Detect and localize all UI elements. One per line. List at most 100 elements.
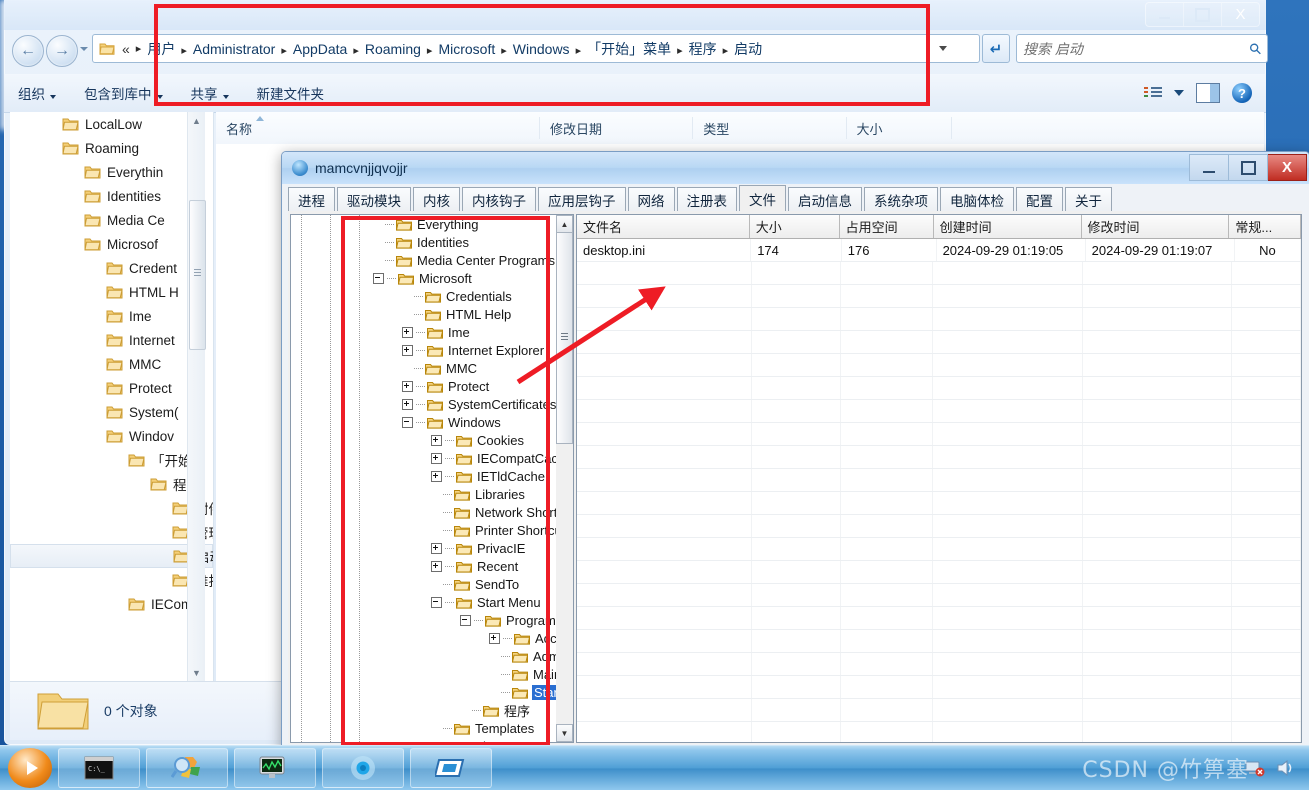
explorer-nav-scrollbar[interactable]: ▲ ▼	[187, 112, 205, 681]
tab-9[interactable]: 系统杂项	[864, 187, 938, 212]
explorer-tree-item[interactable]: Protect	[10, 376, 213, 400]
search-input[interactable]: 搜索 启动 ⚲	[1016, 34, 1268, 63]
tab-6[interactable]: 注册表	[677, 187, 738, 212]
breadcrumb-item-2[interactable]: AppData	[291, 41, 349, 57]
breadcrumb-item-4[interactable]: Microsoft	[436, 41, 497, 57]
file-column-header-1[interactable]: 大小	[750, 215, 840, 238]
explorer-tree-item[interactable]: MMC	[10, 352, 213, 376]
tab-11[interactable]: 配置	[1016, 187, 1063, 212]
explorer-tree-item[interactable]: System(	[10, 400, 213, 424]
breadcrumb-item-6[interactable]: 「开始」菜单	[585, 41, 673, 57]
tool-maximize-button[interactable]	[1229, 154, 1268, 181]
tool-tree-scrollbar[interactable]: ▲ ▼	[556, 214, 574, 743]
explorer-tree-item[interactable]: Credent	[10, 256, 213, 280]
expand-plus-icon[interactable]	[402, 327, 413, 338]
taskbar-item-security[interactable]	[146, 748, 228, 788]
collapse-minus-icon[interactable]	[402, 417, 413, 428]
explorer-tree-item[interactable]: Ime	[10, 304, 213, 328]
explorer-tree-item[interactable]: Everythin	[10, 160, 213, 184]
explorer-tree-item[interactable]: IECom	[10, 592, 213, 616]
back-button[interactable]: ←	[12, 35, 44, 67]
include-in-library-button[interactable]: 包含到库中	[70, 83, 177, 103]
explorer-tree-item[interactable]: 启动	[10, 544, 213, 568]
system-tray[interactable]	[1245, 759, 1309, 777]
tool-directory-tree[interactable]: EverythingIdentitiesMedia Center Program…	[290, 214, 558, 743]
expand-plus-icon[interactable]	[431, 561, 442, 572]
explorer-column-header-2[interactable]: 类型	[692, 117, 845, 139]
file-list-header[interactable]: 文件名大小占用空间创建时间修改时间常规...	[577, 215, 1301, 239]
forward-button[interactable]: →	[46, 35, 78, 67]
tree-scrollbar-thumb[interactable]	[556, 232, 573, 444]
expand-plus-icon[interactable]	[402, 399, 413, 410]
help-icon[interactable]: ?	[1232, 83, 1252, 103]
breadcrumb[interactable]: 用户▸Administrator▸AppData▸Roaming▸Microso…	[145, 39, 764, 59]
preview-pane-icon[interactable]	[1196, 83, 1220, 103]
tree-scroll-up-icon[interactable]: ▲	[556, 215, 573, 233]
nav-scrollbar-thumb[interactable]	[189, 200, 206, 350]
explorer-navigation-pane[interactable]: LocalLowRoamingEverythinIdentitiesMedia …	[10, 112, 214, 681]
tab-0[interactable]: 进程	[288, 187, 335, 212]
explorer-tree-item[interactable]: Identities	[10, 184, 213, 208]
breadcrumb-item-1[interactable]: Administrator	[191, 41, 277, 57]
expand-plus-icon[interactable]	[431, 543, 442, 554]
taskbar-item-monitor[interactable]	[234, 748, 316, 788]
tab-7[interactable]: 文件	[739, 185, 786, 212]
explorer-tree-item[interactable]: Microsof	[10, 232, 213, 256]
new-folder-button[interactable]: 新建文件夹	[243, 83, 339, 103]
file-column-header-5[interactable]: 常规...	[1229, 215, 1301, 238]
file-list-rows[interactable]: desktop.ini1741762024-09-29 01:19:052024…	[577, 239, 1301, 743]
tool-tab-bar[interactable]: 进程驱动模块内核内核钩子应用层钩子网络注册表文件启动信息系统杂项电脑体检配置关于	[288, 186, 1302, 212]
explorer-column-header-3[interactable]: 大小	[846, 117, 952, 139]
explorer-tree-item[interactable]: Windov	[10, 424, 213, 448]
file-column-header-0[interactable]: 文件名	[577, 215, 750, 238]
tab-12[interactable]: 关于	[1065, 187, 1112, 212]
explorer-tree-item[interactable]: Media Ce	[10, 208, 213, 232]
refresh-button[interactable]: ↵	[982, 34, 1010, 63]
breadcrumb-item-7[interactable]: 程序	[687, 41, 719, 57]
tab-4[interactable]: 应用层钩子	[538, 187, 626, 212]
tab-5[interactable]: 网络	[628, 187, 675, 212]
address-dropdown-icon[interactable]	[939, 46, 947, 51]
breadcrumb-item-0[interactable]: 用户	[145, 41, 177, 57]
explorer-tree-item[interactable]: 管理	[10, 520, 213, 544]
explorer-tree-item[interactable]: Internet	[10, 328, 213, 352]
file-column-header-3[interactable]: 创建时间	[934, 215, 1082, 238]
expand-plus-icon[interactable]	[402, 381, 413, 392]
nav-scroll-up-icon[interactable]: ▲	[188, 112, 205, 129]
explorer-column-header-0[interactable]: 名称	[216, 117, 539, 139]
expand-plus-icon[interactable]	[431, 471, 442, 482]
explorer-tree-item[interactable]: 附件	[10, 496, 213, 520]
start-orb[interactable]	[8, 748, 52, 788]
tool-close-button[interactable]: X	[1268, 154, 1307, 181]
explorer-tree-item[interactable]: Roaming	[10, 136, 213, 160]
tool-minimize-button[interactable]	[1189, 154, 1229, 181]
address-breadcrumb-field[interactable]: « ▸ 用户▸Administrator▸AppData▸Roaming▸Mic…	[92, 34, 980, 63]
taskbar-item-app[interactable]	[322, 748, 404, 788]
table-row[interactable]: desktop.ini1741762024-09-29 01:19:052024…	[577, 239, 1301, 262]
explorer-tree-item[interactable]: 维护	[10, 568, 213, 592]
tab-3[interactable]: 内核钩子	[462, 187, 536, 212]
expand-plus-icon[interactable]	[489, 633, 500, 644]
recent-pages-chevron-icon[interactable]	[80, 47, 88, 51]
collapse-minus-icon[interactable]	[373, 273, 384, 284]
views-chevron-down-icon[interactable]	[1174, 90, 1184, 96]
tab-8[interactable]: 启动信息	[788, 187, 862, 212]
explorer-maximize-button[interactable]	[1183, 3, 1221, 26]
expand-plus-icon[interactable]	[402, 345, 413, 356]
file-column-header-4[interactable]: 修改时间	[1082, 215, 1230, 238]
expand-plus-icon[interactable]	[431, 435, 442, 446]
breadcrumb-item-5[interactable]: Windows	[511, 41, 572, 57]
explorer-tree-item[interactable]: HTML H	[10, 280, 213, 304]
share-button[interactable]: 共享	[177, 83, 243, 103]
explorer-column-headers[interactable]: 名称修改日期类型大小	[216, 112, 1264, 145]
tree-scroll-down-icon[interactable]: ▼	[556, 724, 573, 742]
explorer-tree-item[interactable]: 「开始	[10, 448, 213, 472]
organize-button[interactable]: 组织	[4, 83, 70, 103]
tool-file-list[interactable]: 文件名大小占用空间创建时间修改时间常规... desktop.ini174176…	[576, 214, 1302, 743]
breadcrumb-item-3[interactable]: Roaming	[363, 41, 423, 57]
tab-10[interactable]: 电脑体检	[940, 187, 1014, 212]
explorer-tree-item[interactable]: 程序	[10, 472, 213, 496]
explorer-close-button[interactable]: X	[1221, 3, 1259, 26]
taskbar-item-explorer[interactable]	[410, 748, 492, 788]
tool-window-controls[interactable]: X	[1189, 154, 1307, 181]
